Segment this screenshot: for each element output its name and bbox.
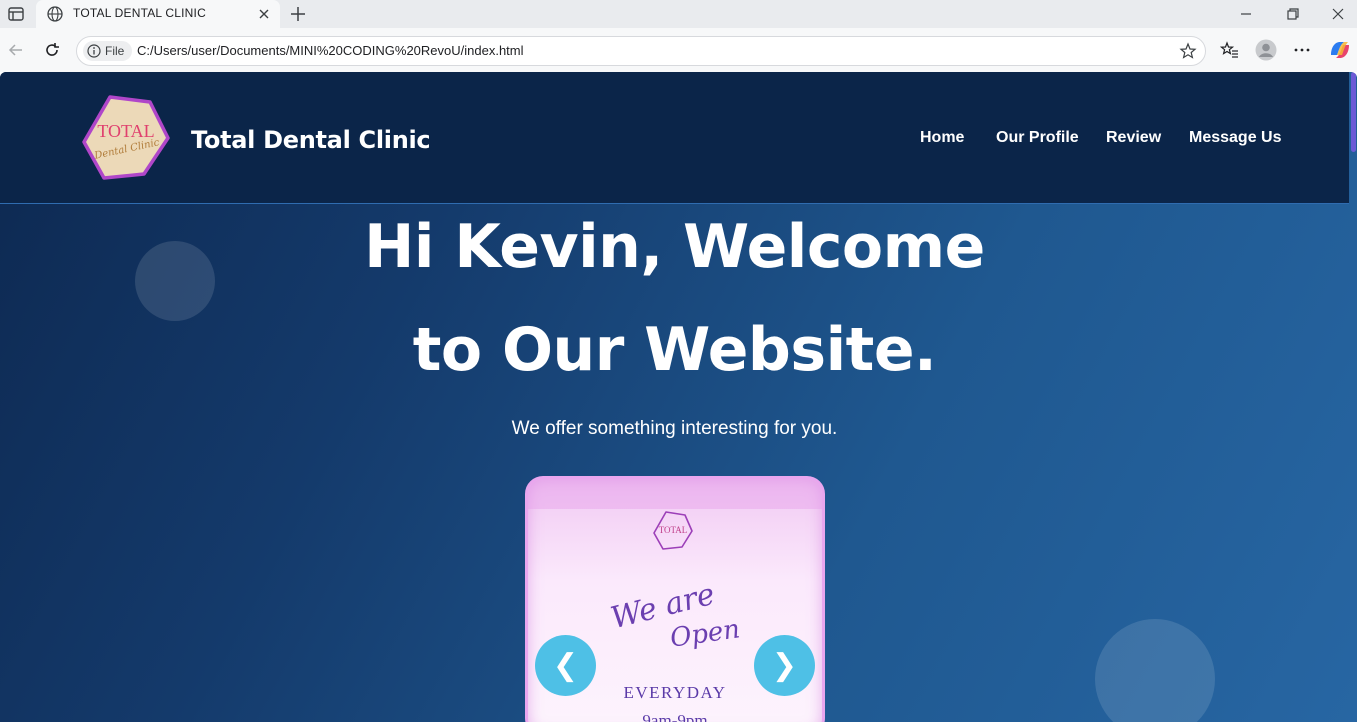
brand-name[interactable]: Total Dental Clinic	[191, 126, 431, 154]
site-info-label: File	[105, 44, 125, 58]
slider-next-button[interactable]: ❯	[754, 635, 815, 696]
tab-strip: TOTAL DENTAL CLINIC	[0, 0, 1357, 28]
window-close-icon[interactable]	[1328, 4, 1348, 24]
minimize-icon[interactable]	[1236, 4, 1256, 24]
nav-our-profile[interactable]: Our Profile	[996, 129, 1079, 147]
reload-icon[interactable]	[42, 40, 62, 60]
clinic-logo[interactable]: TOTAL Dental Clinic	[80, 92, 172, 184]
sidebar-toggle-icon[interactable]	[7, 5, 25, 23]
star-icon[interactable]	[1179, 42, 1197, 60]
plus-icon[interactable]	[288, 4, 308, 24]
page-viewport: TOTAL Dental Clinic Total Dental Clinic …	[0, 72, 1357, 722]
browser-toolbar: File C:/Users/user/Documents/MINI%20CODI…	[0, 28, 1357, 72]
scrollbar-thumb[interactable]	[1351, 72, 1356, 152]
close-icon[interactable]	[256, 6, 272, 22]
promo-card-header-band	[528, 479, 822, 509]
logo-total-text: TOTAL	[97, 121, 154, 141]
nav-review[interactable]: Review	[1106, 129, 1161, 147]
info-icon	[87, 44, 101, 58]
address-bar[interactable]: File C:/Users/user/Documents/MINI%20CODI…	[76, 36, 1206, 66]
site-info-button[interactable]: File	[83, 41, 133, 61]
card-logo-text: TOTAL	[659, 525, 688, 535]
card-logo: TOTAL	[653, 511, 693, 550]
hero-title-line-2: to Our Website.	[412, 315, 937, 385]
nav-message-us[interactable]: Message Us	[1189, 129, 1282, 147]
back-icon[interactable]	[6, 40, 26, 60]
favorites-icon[interactable]	[1220, 40, 1240, 60]
url-text[interactable]: C:/Users/user/Documents/MINI%20CODING%20…	[137, 43, 524, 58]
globe-icon	[47, 6, 63, 22]
slider-prev-button[interactable]: ❮	[535, 635, 596, 696]
restore-icon[interactable]	[1283, 4, 1303, 24]
promo-hours: 9am-9pm	[642, 711, 708, 722]
profile-icon[interactable]	[1255, 39, 1277, 61]
page-scrollbar[interactable]	[1349, 72, 1357, 722]
hero-subtitle: We offer something interesting for you.	[511, 418, 838, 439]
copilot-icon[interactable]	[1328, 39, 1352, 61]
hero-title-line-1: Hi Kevin, Welcome	[364, 212, 985, 282]
tab-title: TOTAL DENTAL CLINIC	[73, 6, 206, 20]
more-icon[interactable]	[1292, 40, 1312, 60]
site-header: TOTAL Dental Clinic Total Dental Clinic …	[0, 72, 1349, 204]
browser-tab[interactable]: TOTAL DENTAL CLINIC	[36, 0, 280, 28]
decorative-bubble	[1095, 619, 1215, 722]
nav-home[interactable]: Home	[920, 129, 964, 147]
